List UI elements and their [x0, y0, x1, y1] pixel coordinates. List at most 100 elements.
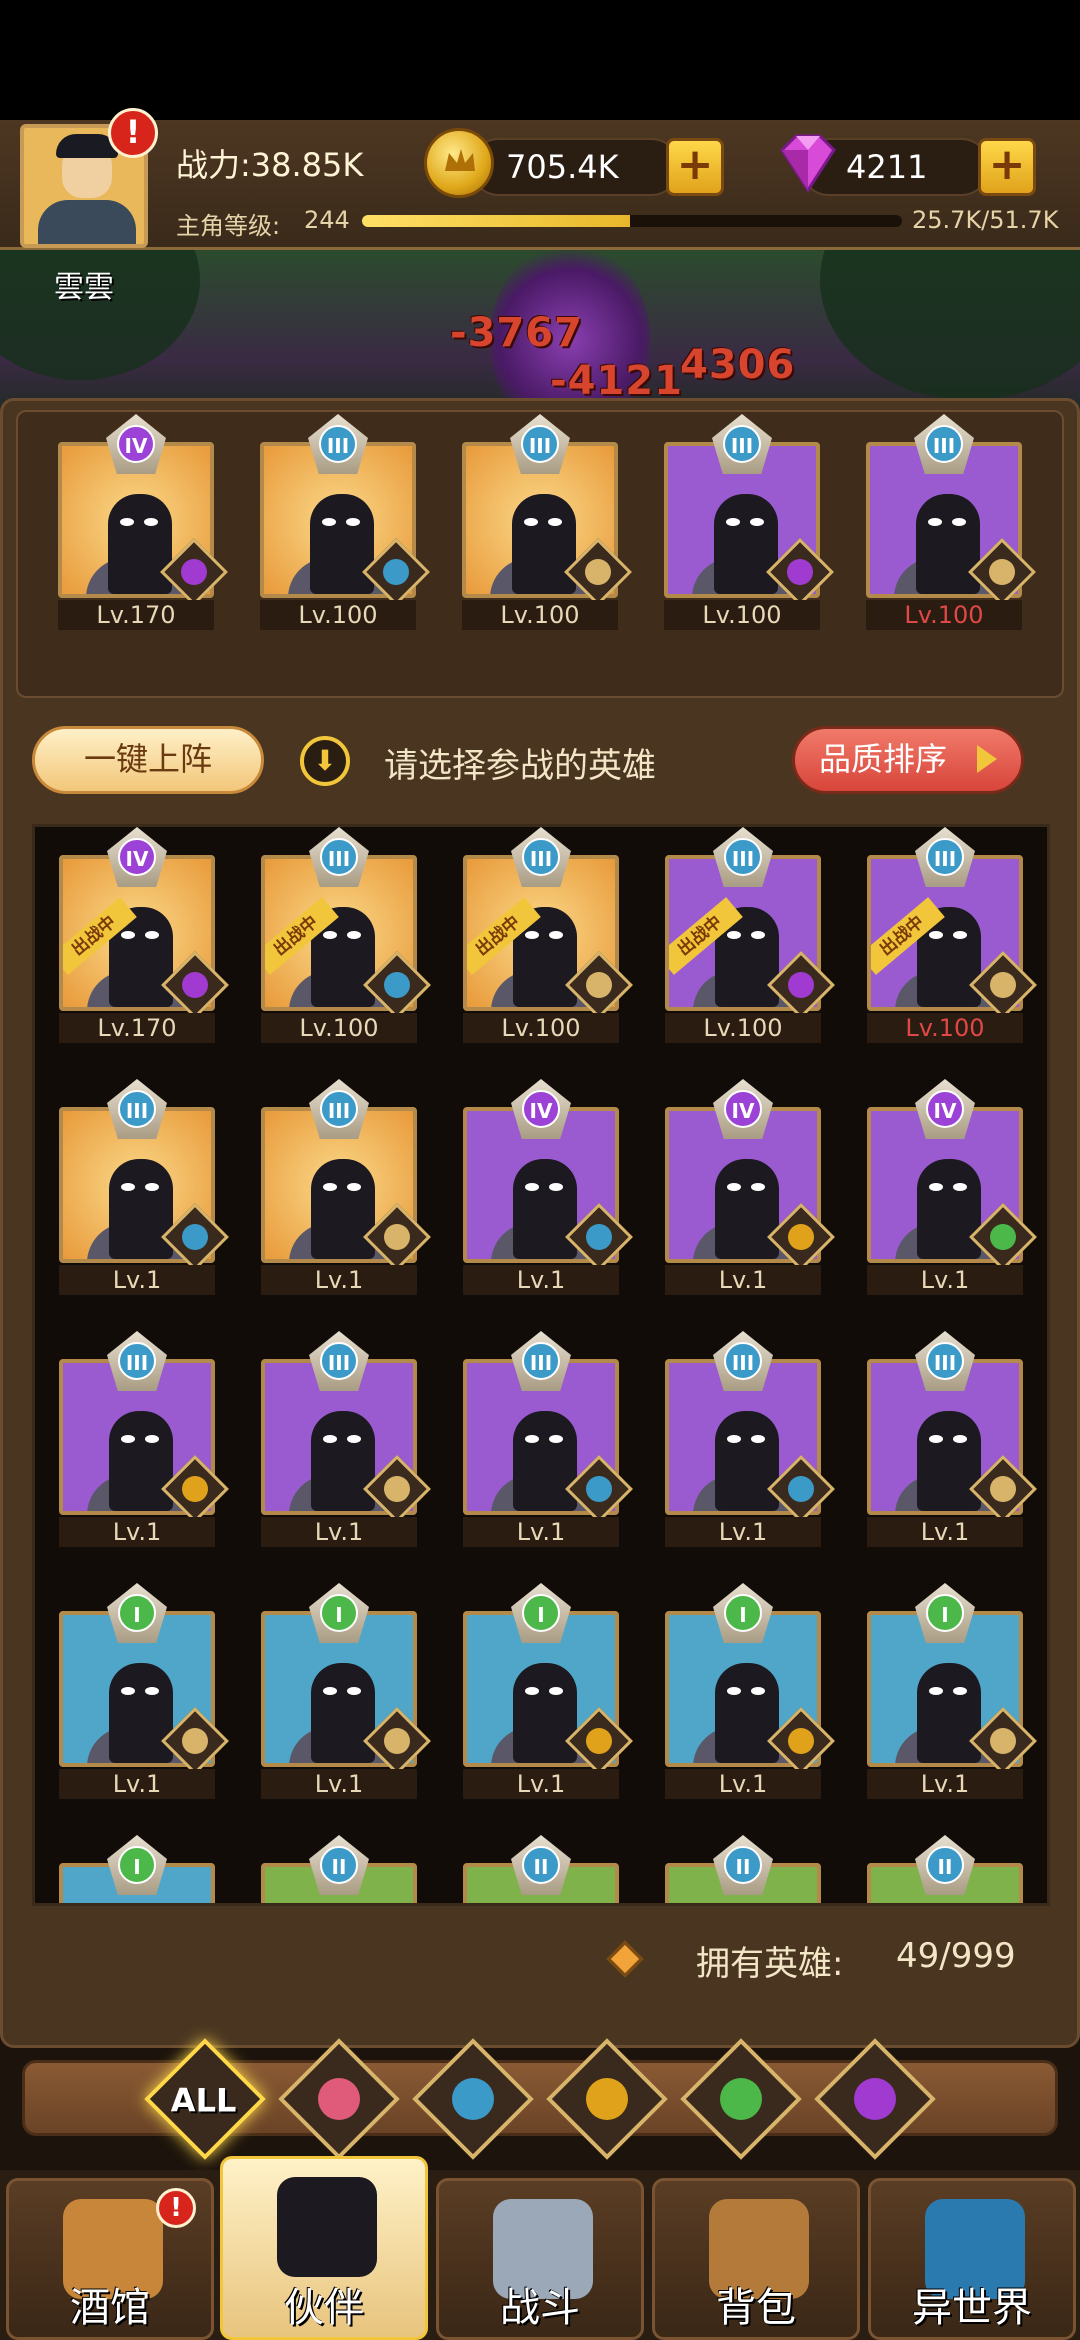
hero-card[interactable]: IV Lv.1 — [463, 1079, 633, 1299]
hero-level: Lv.100 — [664, 600, 820, 630]
rank-label: III — [926, 838, 964, 876]
hero-level: Lv.1 — [59, 1517, 215, 1547]
xp-progress-fill — [362, 215, 631, 227]
nav-tab-4[interactable]: 背包 — [652, 2178, 860, 2340]
rank-badge: III — [915, 827, 975, 887]
hero-card[interactable]: III Lv.1 — [665, 1331, 835, 1551]
hero-card[interactable]: III Lv.100 — [664, 414, 834, 634]
faction-emblem — [384, 1224, 410, 1250]
faction-emblem — [182, 972, 208, 998]
filter-demon-button[interactable] — [814, 2038, 936, 2160]
rank-badge: II — [309, 1835, 369, 1895]
hero-card[interactable]: IV Lv.1 — [665, 1079, 835, 1299]
rank-badge: IV — [511, 1079, 571, 1139]
combat-power: 战力:38.85K — [176, 146, 364, 184]
add-gems-button[interactable]: + — [978, 138, 1036, 196]
hero-card[interactable]: 出战中 III Lv.100 — [261, 827, 431, 1047]
hero-silhouette — [917, 1159, 981, 1259]
hero-card[interactable]: III Lv.1 — [261, 1331, 431, 1551]
hero-card[interactable]: I Lv.1 — [261, 1583, 431, 1803]
hero-level: Lv.1 — [59, 1769, 215, 1799]
hero-card[interactable]: III Lv.1 — [463, 1331, 633, 1551]
hero-card[interactable]: II — [463, 1835, 619, 1903]
hero-card[interactable]: 出战中 IV Lv.170 — [59, 827, 229, 1047]
hero-level: Lv.1 — [665, 1769, 821, 1799]
hero-card[interactable]: 出战中 III Lv.100 — [463, 827, 633, 1047]
rank-label: III — [724, 838, 762, 876]
faction-emblem — [788, 1476, 814, 1502]
rank-badge: III — [107, 1079, 167, 1139]
hero-card[interactable]: II — [665, 1835, 821, 1903]
hero-level: Lv.100 — [463, 1013, 619, 1043]
hero-card[interactable]: I — [59, 1835, 215, 1903]
hero-card[interactable]: III Lv.1 — [59, 1079, 229, 1299]
rank-label: III — [522, 1342, 560, 1380]
damage-number: -3767 — [450, 310, 583, 356]
faction-emblem — [990, 1728, 1016, 1754]
hero-silhouette — [715, 1663, 779, 1763]
elf-faction-icon — [720, 2078, 762, 2120]
play-arrow-icon — [977, 745, 997, 773]
sort-button-label: 品质排序 — [819, 740, 948, 778]
hero-card[interactable]: IV Lv.1 — [867, 1079, 1037, 1299]
hero-level: Lv.170 — [58, 600, 214, 630]
hero-card[interactable]: 出战中 III Lv.100 — [867, 827, 1037, 1047]
hero-card[interactable]: III Lv.100 — [866, 414, 1036, 634]
partner-icon — [277, 2177, 377, 2277]
nav-tab-5[interactable]: 异世界 — [868, 2178, 1076, 2340]
rank-badge: III — [511, 827, 571, 887]
faction-emblem — [990, 972, 1016, 998]
hero-card[interactable]: II — [261, 1835, 417, 1903]
hero-level: Lv.1 — [261, 1265, 417, 1295]
down-arrow-icon: ⬇ — [300, 736, 350, 786]
hero-level: Lv.1 — [867, 1517, 1023, 1547]
rank-badge: III — [308, 414, 368, 474]
hero-level: Lv.1 — [59, 1265, 215, 1295]
hero-card[interactable]: I Lv.1 — [59, 1583, 229, 1803]
rank-badge: III — [107, 1331, 167, 1391]
rank-badge: IV — [107, 827, 167, 887]
filter-elf-button[interactable] — [680, 2038, 802, 2160]
hero-roster-grid[interactable]: 出战中 IV Lv.170 出战中 III Lv.100 出战中 III Lv.100 出战中 II… — [32, 824, 1050, 1906]
quality-sort-button[interactable]: 品质排序 — [792, 726, 1024, 794]
auto-deploy-button[interactable]: 一键上阵 — [32, 726, 264, 794]
rank-badge: III — [309, 1079, 369, 1139]
hero-card[interactable]: III Lv.100 — [462, 414, 632, 634]
hero-card[interactable]: I Lv.1 — [665, 1583, 835, 1803]
rank-label: II — [926, 1846, 964, 1884]
hero-level: Lv.1 — [261, 1769, 417, 1799]
rank-badge: II — [511, 1835, 571, 1895]
nav-tab-label: 战斗 — [500, 2285, 580, 2331]
hero-card[interactable]: III Lv.100 — [260, 414, 430, 634]
hero-card[interactable]: III Lv.1 — [867, 1331, 1037, 1551]
filter-water-button[interactable] — [412, 2038, 534, 2160]
nav-tab-3[interactable]: 战斗 — [436, 2178, 644, 2340]
filter-knight-button[interactable] — [278, 2038, 400, 2160]
hero-level: Lv.100 — [866, 600, 1022, 630]
hero-card[interactable]: I Lv.1 — [867, 1583, 1037, 1803]
rank-badge: III — [309, 827, 369, 887]
rank-badge: I — [511, 1583, 571, 1643]
rank-label: III — [320, 1090, 358, 1128]
filter-beast-button[interactable] — [546, 2038, 668, 2160]
hero-card[interactable]: 出战中 III Lv.100 — [665, 827, 835, 1047]
nav-tab-label: 酒馆 — [70, 2285, 150, 2331]
rank-label: III — [118, 1342, 156, 1380]
knight-faction-icon — [318, 2078, 360, 2120]
hero-silhouette — [513, 1663, 577, 1763]
hero-card[interactable]: I Lv.1 — [463, 1583, 633, 1803]
hero-silhouette — [311, 1159, 375, 1259]
nav-tab-2[interactable]: 伙伴 — [220, 2156, 428, 2340]
add-gold-button[interactable]: + — [666, 138, 724, 196]
hero-silhouette — [714, 494, 778, 594]
hero-card[interactable]: III Lv.1 — [59, 1331, 229, 1551]
rank-badge: IV — [713, 1079, 773, 1139]
hero-silhouette — [108, 494, 172, 594]
filter-all-button[interactable]: ALL — [144, 2038, 266, 2160]
hero-card[interactable]: IV Lv.170 — [58, 414, 228, 634]
hero-level: Lv.1 — [867, 1769, 1023, 1799]
rank-label: III — [522, 838, 560, 876]
hero-card[interactable]: II — [867, 1835, 1023, 1903]
hero-card[interactable]: III Lv.1 — [261, 1079, 431, 1299]
hero-silhouette — [917, 1663, 981, 1763]
